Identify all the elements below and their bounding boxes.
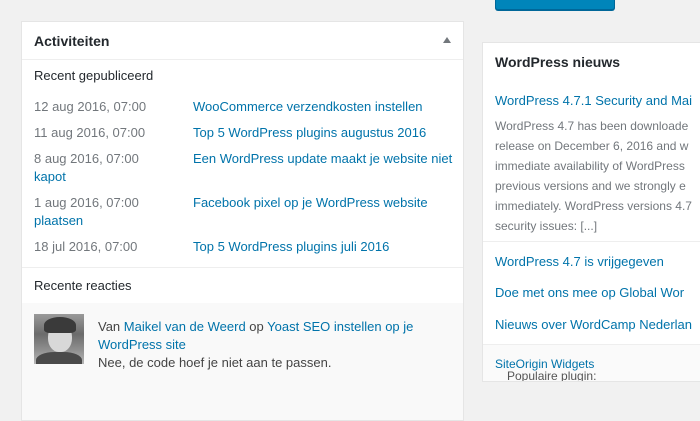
news-summary-line: security issues: [...] bbox=[495, 219, 598, 233]
news-widget: WordPress nieuws WordPress 4.7.1 Securit… bbox=[482, 42, 700, 382]
news-link[interactable]: Nieuws over WordCamp Nederlan bbox=[495, 317, 692, 332]
news-summary: WordPress 4.7 has been downloade release… bbox=[495, 116, 700, 236]
comment-prefix: Van bbox=[98, 319, 121, 334]
news-summary-line: WordPress 4.7 has been downloade bbox=[495, 119, 689, 133]
comment-text: Nee, de code hoef je niet aan te passen. bbox=[98, 355, 332, 370]
post-date: 12 aug 2016, 07:00 bbox=[34, 99, 147, 114]
post-link-continued[interactable]: kapot bbox=[34, 168, 66, 186]
collapse-arrow-icon[interactable] bbox=[443, 37, 451, 43]
post-link[interactable]: Top 5 WordPress plugins juli 2016 bbox=[193, 238, 458, 256]
comment-post-link-continued[interactable]: WordPress site bbox=[98, 337, 186, 352]
comment: Van Maikel van de Weerd op Yoast SEO ins… bbox=[98, 318, 428, 372]
news-summary-line: immediately. WordPress versions 4.7 bbox=[495, 199, 692, 213]
post-date: 8 aug 2016, 07:00 bbox=[34, 151, 139, 166]
popular-plugin-text: Populaire plugin: SiteOrigin Widgets bbox=[495, 357, 596, 381]
news-widget-title: WordPress nieuws bbox=[495, 54, 621, 70]
comment-author-link[interactable]: Maikel van de Weerd bbox=[124, 319, 246, 334]
comment-post-link[interactable]: Yoast SEO instellen op je bbox=[267, 319, 413, 334]
news-link[interactable]: Doe met ons mee op Global Wor bbox=[495, 285, 684, 300]
popular-plugin-row: Populaire plugin: SiteOrigin Widgets bbox=[483, 344, 700, 381]
divider bbox=[22, 267, 463, 268]
post-date: 1 aug 2016, 07:00 bbox=[34, 195, 139, 210]
post-link[interactable]: Top 5 WordPress plugins augustus 2016 bbox=[193, 124, 458, 142]
avatar bbox=[34, 314, 84, 364]
primary-button[interactable] bbox=[495, 0, 615, 10]
list-item: 8 aug 2016, 07:00 Een WordPress update m… bbox=[34, 150, 454, 186]
activity-widget: Activiteiten Recent gepubliceerd 12 aug … bbox=[21, 21, 464, 421]
activity-widget-header: Activiteiten bbox=[22, 22, 463, 60]
post-date: 18 jul 2016, 07:00 bbox=[34, 239, 138, 254]
news-summary-line: release on December 6, 2016 and w bbox=[495, 139, 689, 153]
popular-plugin-label: Populaire plugin: bbox=[507, 369, 597, 382]
recent-published-title: Recent gepubliceerd bbox=[34, 68, 154, 83]
activity-widget-title: Activiteiten bbox=[34, 33, 110, 49]
news-main-link[interactable]: WordPress 4.7.1 Security and Mai bbox=[495, 93, 692, 108]
recent-comments-title: Recente reacties bbox=[34, 278, 132, 293]
post-link[interactable]: WooCommerce verzendkosten instellen bbox=[193, 98, 458, 116]
post-date: 11 aug 2016, 07:00 bbox=[34, 125, 146, 140]
news-summary-line: immediate availability of WordPress bbox=[495, 159, 685, 173]
post-link-continued[interactable]: plaatsen bbox=[34, 212, 83, 230]
post-link[interactable]: Facebook pixel op je WordPress website bbox=[193, 194, 458, 212]
post-link[interactable]: Een WordPress update maakt je website ni… bbox=[193, 150, 458, 168]
divider bbox=[483, 241, 700, 242]
list-item: 1 aug 2016, 07:00 Facebook pixel op je W… bbox=[34, 194, 454, 230]
news-link[interactable]: WordPress 4.7 is vrijgegeven bbox=[495, 254, 664, 269]
news-summary-line: previous versions and we strongly e bbox=[495, 179, 686, 193]
comment-on: op bbox=[249, 319, 264, 334]
